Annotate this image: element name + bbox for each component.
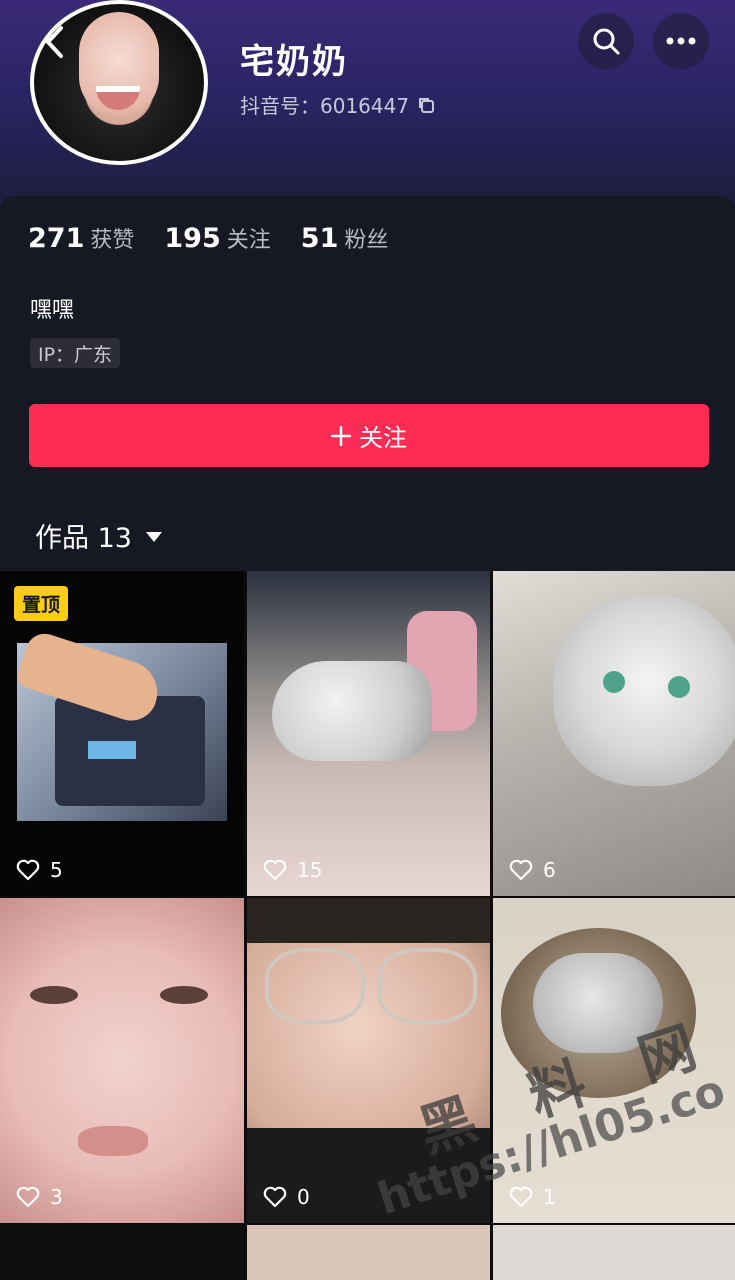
thumbnail-eye [30,986,78,1004]
works-label: 作品 13 [35,523,132,554]
video-likes-count: 15 [297,858,323,882]
copy-icon[interactable] [417,96,435,114]
thumbnail-glasses [377,948,477,1024]
stat-following-label: 关注 [226,228,271,253]
back-button[interactable] [40,22,70,62]
thumbnail-eye [160,986,208,1004]
video-tile[interactable]: 15 [247,571,490,896]
works-tab[interactable]: 作品 13 [35,516,162,555]
thumbnail-hair [247,898,490,943]
video-likes: 0 [263,1185,310,1209]
search-button[interactable] [578,13,634,69]
video-likes: 1 [509,1185,556,1209]
thumbnail-eye [603,671,625,693]
more-dots-icon [666,37,696,45]
video-tile[interactable]: 置顶 5 [0,571,244,896]
stat-following[interactable]: 195 关注 [164,222,270,254]
thumbnail-eye [668,676,690,698]
video-likes-count: 0 [297,1185,310,1209]
stat-followers-label: 粉丝 [344,228,389,253]
video-likes-count: 3 [50,1185,63,1209]
video-tile[interactable] [247,1225,490,1280]
video-likes: 15 [263,858,322,882]
stat-likes-value: 271 [28,223,85,254]
video-likes-count: 1 [543,1185,556,1209]
stat-likes-label: 获赞 [90,228,135,253]
follow-button[interactable]: 关注 [29,404,709,467]
heart-icon [263,859,287,881]
video-likes-count: 5 [50,858,63,882]
heart-icon [263,1186,287,1208]
stat-likes[interactable]: 271 获赞 [28,222,134,254]
heart-icon [16,1186,40,1208]
search-icon [593,28,620,55]
thumbnail-display [88,741,136,759]
video-tile[interactable] [0,1225,244,1280]
profile-name: 宅奶奶 [240,42,348,82]
video-tile[interactable]: 1 [493,898,735,1223]
thumbnail-cat [272,661,432,761]
douyin-id: 抖音号：6016447 [240,90,435,119]
profile-stats: 271 获赞 195 关注 51 粉丝 [28,222,388,254]
profile-header: 宅奶奶 抖音号：6016447 [0,0,735,215]
thumbnail-cat [553,596,735,786]
thumbnail-cat [533,953,663,1053]
video-likes-count: 6 [543,858,556,882]
video-tile[interactable] [493,1225,735,1280]
plus-icon [331,425,351,446]
video-likes: 5 [16,858,63,882]
heart-icon [16,859,40,881]
video-grid: 置顶 5 15 6 3 0 1 [0,571,735,1280]
thumbnail-lips [78,1126,148,1156]
more-button[interactable] [653,13,709,69]
video-tile[interactable]: 0 [247,898,490,1223]
douyin-id-text: 抖音号：6016447 [240,94,410,118]
video-tile[interactable]: 6 [493,571,735,896]
bio-text: 嘿嘿 [30,298,75,323]
video-likes: 3 [16,1185,63,1209]
caret-down-icon [145,532,162,542]
video-tile[interactable]: 3 [0,898,244,1223]
heart-icon [509,1186,533,1208]
chevron-left-icon [46,26,63,58]
ip-location-tag: IP：广东 [30,338,121,368]
thumbnail-glasses [265,948,365,1024]
stat-followers[interactable]: 51 粉丝 [301,222,389,254]
stat-following-value: 195 [164,223,221,254]
heart-icon [509,859,533,881]
follow-button-label: 关注 [359,424,407,452]
pinned-badge: 置顶 [14,586,69,621]
stat-followers-value: 51 [300,223,339,254]
video-likes: 6 [509,858,556,882]
